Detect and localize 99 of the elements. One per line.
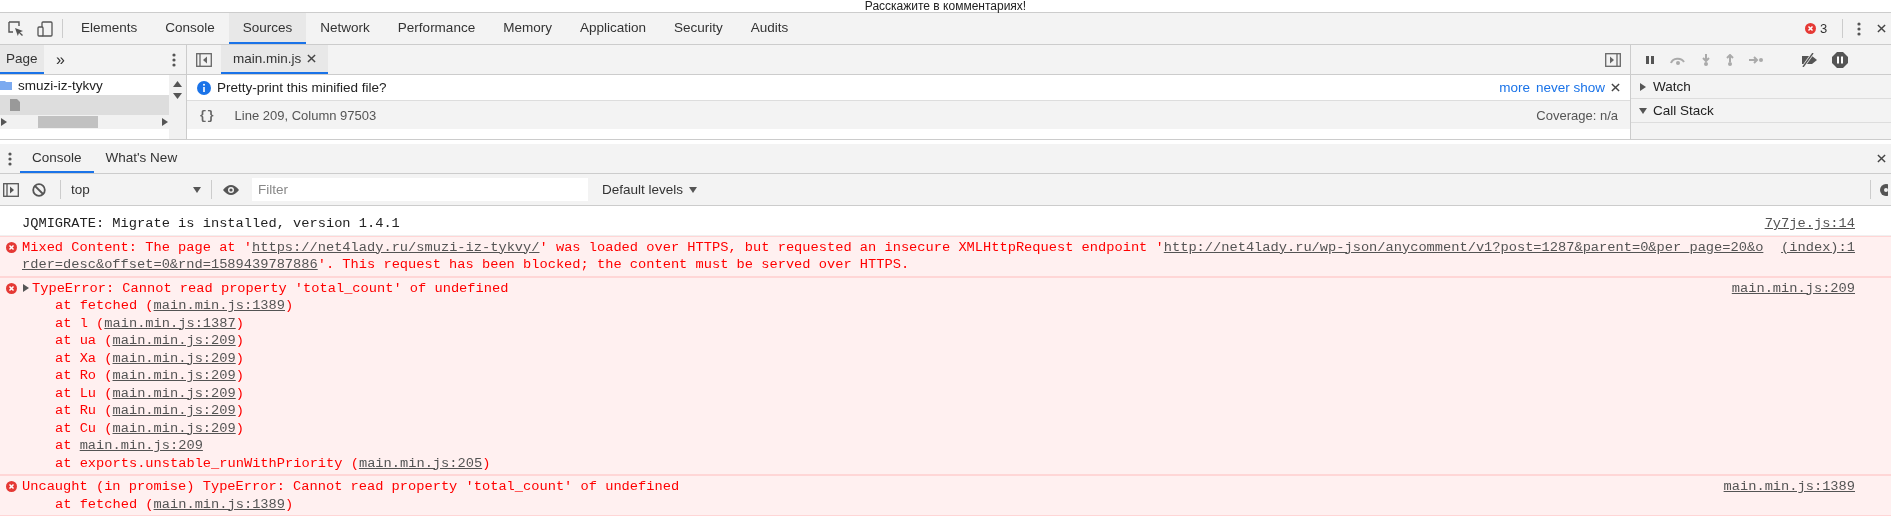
drawer-tab[interactable]: What's New <box>93 144 190 173</box>
section-title: Call Stack <box>1653 103 1714 118</box>
source-link[interactable]: main.min.js:209 <box>112 385 236 401</box>
context-dropdown[interactable]: top <box>65 174 207 205</box>
dropdown-caret-icon <box>193 185 201 194</box>
pause-on-exceptions-icon[interactable] <box>1832 51 1848 68</box>
source-link[interactable]: main.min.js:209 <box>112 420 236 436</box>
vertical-scrollbar[interactable] <box>169 75 186 139</box>
panel-tab[interactable]: Performance <box>383 13 490 44</box>
source-location-link[interactable]: (index):1 <box>1781 238 1855 274</box>
console-message: JQMIGRATE: Migrate is installed, version 1.4.1 <box>22 215 400 233</box>
disclosure-caret-icon <box>1639 106 1647 115</box>
source-link[interactable]: rder=desc&offset=0&rnd=1589439787886 <box>22 257 318 272</box>
source-link[interactable]: main.min.js:209 <box>112 403 236 418</box>
deactivate-breakpoints-icon[interactable] <box>1800 52 1818 67</box>
dropdown-caret-icon <box>689 185 698 194</box>
source-link[interactable]: main.min.js:205 <box>358 455 483 471</box>
close-icon[interactable] <box>1876 24 1886 33</box>
more-options-icon[interactable] <box>1857 21 1861 36</box>
stack-frame: at l (main.min.js:1387) <box>22 314 1716 332</box>
device-toolbar-icon[interactable] <box>37 20 53 37</box>
source-location-link[interactable]: 7y7je.js:14 <box>1764 215 1855 233</box>
stack-frame: at ua (main.min.js:209) <box>22 332 1716 350</box>
source-link[interactable]: main.min.js:209 <box>112 333 236 348</box>
source-link[interactable]: main.min.js:209 <box>112 368 236 383</box>
infobar-message: Pretty-print this minified file? <box>217 80 387 95</box>
cursor-position: Line 209, Column 97503 <box>234 107 377 123</box>
show-sidebar-icon[interactable] <box>3 182 19 197</box>
source-link[interactable]: main.min.js:1387 <box>104 315 236 331</box>
panel-tab[interactable]: Sources <box>228 13 307 44</box>
source-link[interactable]: http://net4lady.ru/wp-json/anycomment/v1?post=1287&parent=0&per_page=20&o <box>1163 239 1764 255</box>
panel-tab[interactable]: Memory <box>489 13 566 44</box>
clear-console-icon[interactable] <box>32 182 46 197</box>
folder-icon <box>0 80 12 90</box>
error-icon <box>5 282 17 294</box>
settings-icon[interactable] <box>1878 182 1888 197</box>
source-link[interactable]: main.min.js:1389 <box>153 298 285 313</box>
console-message: Mixed Content: The page at 'https://net4lady.ru/smuzi-iz-tykvy/' was loaded over HTTPS, but requested an insecure XMLHttpRequest endpoint 'http://net4lady.ru/wp-json/anycomment/v1?post=1287&parent=0&per_page=20&o <box>22 238 1764 256</box>
more-tabs-icon[interactable]: » <box>56 50 65 69</box>
disclosure-caret-icon <box>1639 82 1647 91</box>
panel-tab[interactable]: Elements <box>67 13 152 44</box>
coverage-status: Coverage: n/a <box>1536 107 1618 123</box>
source-location-link[interactable]: main.min.js:1389 <box>1723 478 1855 513</box>
source-link[interactable]: main.min.js:1389 <box>153 496 285 512</box>
close-icon[interactable] <box>307 54 317 63</box>
infobar-link[interactable]: more <box>1499 80 1530 95</box>
stack-frame: at main.min.js:209 <box>22 437 1716 455</box>
eye-icon[interactable] <box>222 183 240 196</box>
info-icon <box>197 80 211 95</box>
console-message: Uncaught (in promise) TypeError: Cannot read property 'total_count' of undefined <box>22 478 680 496</box>
log-levels-dropdown[interactable]: Default levels <box>594 174 706 205</box>
pause-icon[interactable] <box>1645 54 1655 65</box>
pretty-print-icon[interactable]: {} <box>199 107 215 123</box>
error-icon <box>5 481 17 492</box>
stack-frame: at Ru (main.min.js:209) <box>22 402 1716 420</box>
more-options-icon[interactable] <box>172 52 176 67</box>
panel-tab[interactable]: Network <box>306 13 384 44</box>
panel-tab[interactable]: Security <box>659 13 737 44</box>
panel-tab[interactable]: Console <box>151 13 229 44</box>
close-icon[interactable] <box>1876 154 1886 163</box>
source-location-link[interactable]: main.min.js:209 <box>1731 279 1855 472</box>
stack-frame: at exports.unstable_runWithPriority (main.min.js:205) <box>22 454 1716 472</box>
sidebar-section-header[interactable]: Call Stack <box>1631 99 1891 123</box>
panel-tab[interactable]: Application <box>565 13 660 44</box>
error-icon <box>5 241 17 253</box>
expand-caret-icon <box>22 284 30 293</box>
source-link[interactable]: main.min.js:209 <box>79 438 203 453</box>
page-heading-text: Расскажите в комментариях! <box>864 0 1027 12</box>
inspect-element-icon[interactable] <box>8 20 24 37</box>
toggle-debugger-icon[interactable] <box>1605 52 1621 67</box>
tree-item[interactable]: smuzi-iz-tykvy <box>18 77 103 93</box>
source-link[interactable]: https://net4lady.ru/smuzi-iz-tykvy/ <box>252 239 540 255</box>
error-count[interactable]: 3 <box>1819 21 1828 36</box>
sidebar-section-header[interactable]: Watch <box>1631 75 1891 99</box>
stack-frame: at Cu (main.min.js:209) <box>22 419 1716 437</box>
console-message: TypeError: Cannot read property 'total_count' of undefined <box>32 279 509 297</box>
navigator-tab[interactable]: Page <box>0 45 44 74</box>
scroll-right-icon <box>161 118 169 126</box>
console-message: rder=desc&offset=0&rnd=1589439787886'. This request has been blocked; the content must be served over HTTPS. <box>22 256 910 274</box>
close-icon[interactable] <box>1611 83 1620 92</box>
section-title: Watch <box>1653 79 1691 94</box>
toggle-navigator-icon[interactable] <box>196 52 212 67</box>
file-icon <box>10 99 20 111</box>
scroll-left-icon <box>0 118 8 126</box>
filter-input[interactable]: Filter <box>252 178 588 201</box>
error-icon <box>1804 23 1816 34</box>
stack-frame: at fetched (main.min.js:1389) <box>22 297 1716 315</box>
infobar-link[interactable]: never show <box>1535 80 1605 95</box>
scroll-down-icon <box>173 93 182 99</box>
stack-frame: at Xa (main.min.js:209) <box>22 349 1716 367</box>
file-tab[interactable]: main.min.js <box>221 45 329 74</box>
drawer-menu-icon[interactable] <box>8 151 12 166</box>
scroll-up-icon <box>173 81 182 87</box>
source-link[interactable]: main.min.js:209 <box>112 350 236 366</box>
panel-tab[interactable]: Audits <box>736 13 803 44</box>
stack-frame: at fetched (main.min.js:1389) <box>22 495 1708 513</box>
stack-frame: at Ro (main.min.js:209) <box>22 367 1716 385</box>
stack-frame: at Lu (main.min.js:209) <box>22 384 1716 402</box>
horizontal-scrollbar[interactable] <box>0 115 169 129</box>
